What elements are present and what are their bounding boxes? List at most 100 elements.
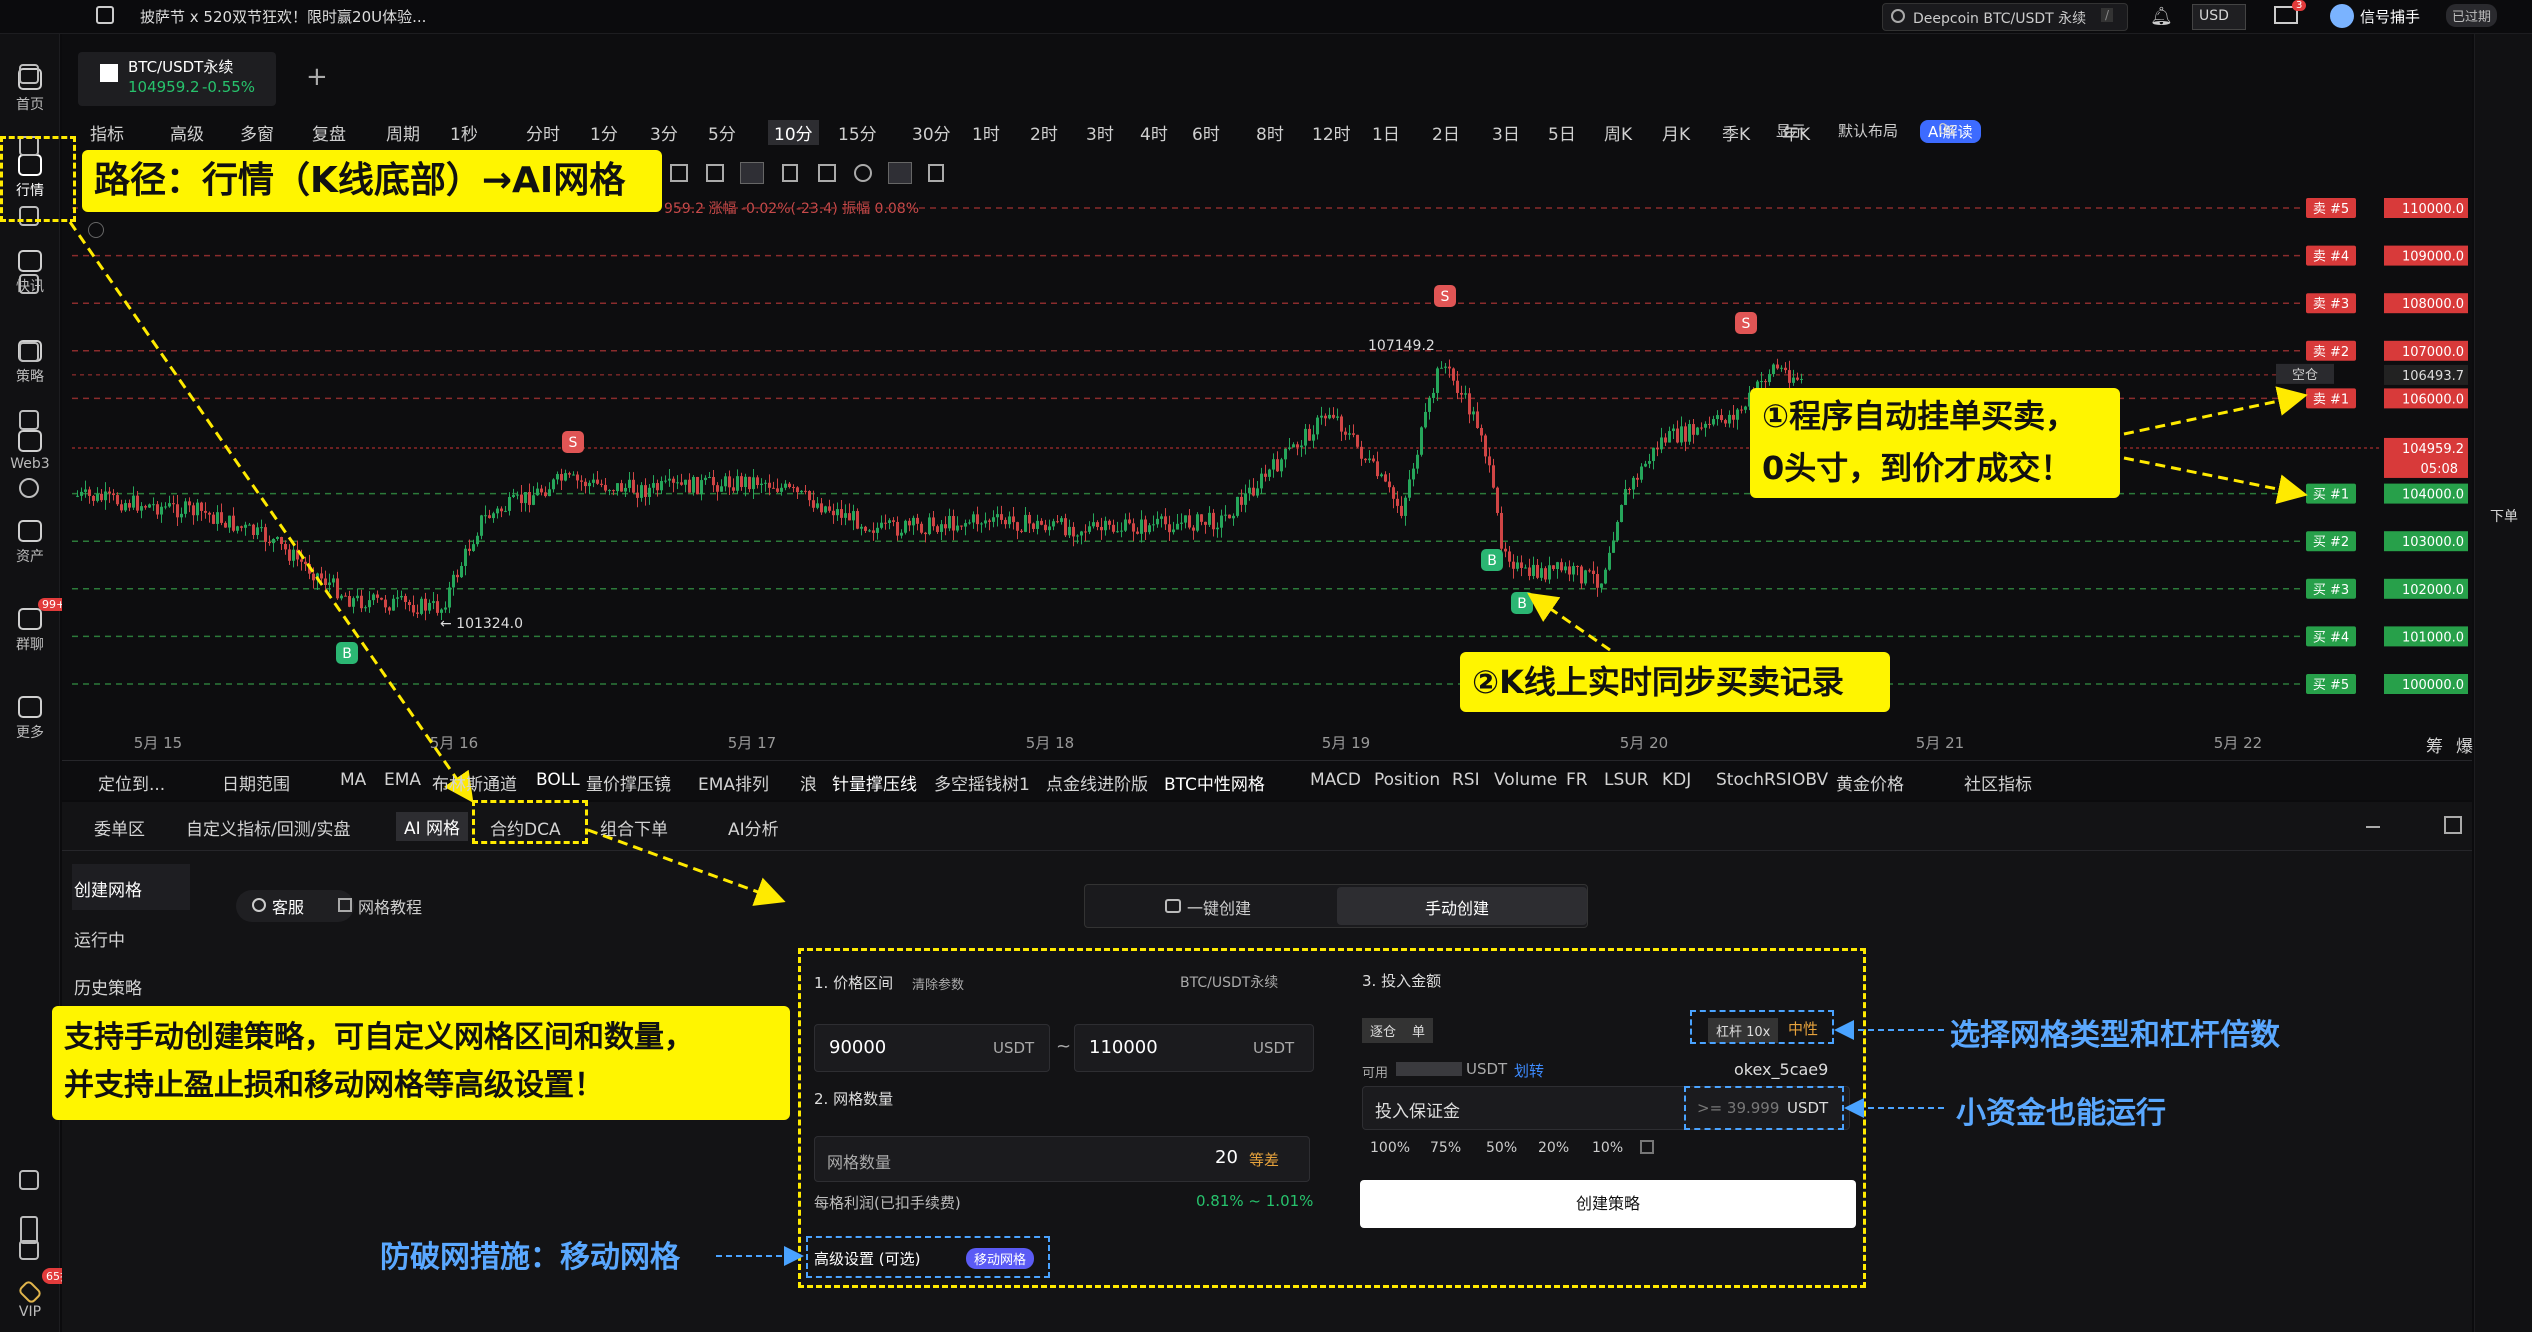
indicator-left-0[interactable]: 定位到...	[98, 770, 165, 795]
timeframe-16[interactable]: 4时	[1140, 120, 1168, 145]
service-button[interactable]: 客服	[236, 890, 354, 922]
indicator-right-0[interactable]: 筹	[2426, 732, 2443, 757]
indicator-item[interactable]: Volume	[1494, 770, 1557, 790]
indicator-item[interactable]: LSUR	[1604, 770, 1649, 790]
candle-body	[1388, 481, 1391, 488]
timeframe-15[interactable]: 3时	[1086, 120, 1114, 145]
candle-body	[1120, 530, 1123, 532]
indicator-item[interactable]: FR	[1566, 770, 1588, 790]
percent-button[interactable]: 50%	[1486, 1140, 1517, 1156]
timeframe-11[interactable]: 15分	[838, 120, 877, 145]
candle-body	[1492, 465, 1495, 488]
indicator-left-1[interactable]: 日期范围	[222, 770, 290, 795]
candle-body	[900, 532, 903, 536]
timeframe-19[interactable]: 12时	[1312, 120, 1351, 145]
tab-4[interactable]: 组合下单	[600, 815, 668, 840]
indicator-item[interactable]: 黄金价格	[1836, 770, 1904, 795]
indicator-item[interactable]: Position	[1374, 770, 1440, 790]
candle-body	[1436, 368, 1439, 393]
timeframe-7[interactable]: 1分	[590, 120, 618, 145]
menu-running[interactable]: 运行中	[74, 926, 125, 951]
candle-body	[1640, 466, 1643, 480]
indicator-item[interactable]: KDJ	[1662, 770, 1691, 790]
expand-icon[interactable]	[2444, 816, 2462, 834]
indicator-item[interactable]: OBV	[1792, 770, 1828, 790]
indicator-item[interactable]: StochRSI	[1716, 770, 1792, 790]
timeframe-17[interactable]: 6时	[1192, 120, 1220, 145]
menu-history[interactable]: 历史策略	[74, 974, 142, 999]
percent-button[interactable]: 100%	[1370, 1140, 1410, 1156]
candle-body	[1712, 419, 1715, 425]
timeframe-21[interactable]: 2日	[1432, 120, 1460, 145]
candle-body	[960, 525, 963, 527]
indicator-item[interactable]: 量价撑压镜	[586, 770, 671, 795]
timeframe-25[interactable]: 月K	[1662, 120, 1690, 145]
percent-button[interactable]: 10%	[1592, 1140, 1623, 1156]
indicator-item[interactable]: 社区指标	[1964, 770, 2032, 795]
timeframe-23[interactable]: 5日	[1548, 120, 1576, 145]
percent-button[interactable]: 75%	[1430, 1140, 1461, 1156]
tab-0[interactable]: 委单区	[94, 815, 145, 840]
timeframe-8[interactable]: 3分	[650, 120, 678, 145]
indicator-item[interactable]: EMA排列	[698, 770, 769, 795]
indicator-item[interactable]: 布林斯通道	[432, 770, 517, 795]
candle-body	[1680, 426, 1683, 443]
percent-button[interactable]: 20%	[1538, 1140, 1569, 1156]
minimize-icon[interactable]	[2366, 826, 2380, 828]
indicator-item[interactable]: EMA	[384, 770, 421, 790]
timeframe-0[interactable]: 指标	[90, 120, 124, 145]
candle-body	[924, 532, 927, 535]
timeframe-6[interactable]: 分时	[526, 120, 560, 145]
tab-1[interactable]: 自定义指标/回测/实盘	[186, 815, 350, 840]
timeframe-20[interactable]: 1日	[1372, 120, 1400, 145]
timeframe-4[interactable]: 周期	[386, 120, 420, 145]
candle-body	[1024, 514, 1027, 532]
tab-manual[interactable]: 手动创建	[1337, 887, 1587, 925]
candle-body	[1516, 562, 1519, 569]
timeframe-24[interactable]: 周K	[1604, 120, 1632, 145]
indicator-item[interactable]: BOLL	[536, 770, 580, 790]
candle-body	[1116, 531, 1119, 533]
menu-create-grid[interactable]: 创建网格	[74, 876, 142, 901]
indicator-item[interactable]: 多空摇钱树1	[934, 770, 1030, 795]
tab-5[interactable]: AI分析	[728, 815, 779, 840]
tab-2[interactable]: AI 网格	[396, 812, 469, 841]
timeframe-3[interactable]: 复盘	[312, 120, 346, 145]
candle-body	[848, 513, 851, 521]
candle-body	[1508, 551, 1511, 562]
timeframe-10[interactable]: 10分	[768, 120, 819, 145]
timeframe-13[interactable]: 1时	[972, 120, 1000, 145]
timeframe-27[interactable]: 年K	[1782, 120, 1810, 145]
indicator-item[interactable]: MA	[340, 770, 366, 790]
indicator-item[interactable]: RSI	[1452, 770, 1480, 790]
tab-3[interactable]: 合约DCA	[490, 815, 561, 840]
indicator-right-1[interactable]: 爆	[2456, 732, 2473, 757]
candle-body	[1112, 524, 1115, 532]
timeframe-5[interactable]: 1秒	[450, 120, 478, 145]
candle-body	[540, 488, 543, 493]
candle-body	[1012, 516, 1015, 523]
candle-body	[1000, 514, 1003, 520]
indicator-item[interactable]: MACD	[1310, 770, 1361, 790]
timeframe-9[interactable]: 5分	[708, 120, 736, 145]
timeframe-14[interactable]: 2时	[1030, 120, 1058, 145]
timeframe-26[interactable]: 季K	[1722, 120, 1750, 145]
notes-icon[interactable]	[19, 1170, 39, 1190]
feedback-icon[interactable]	[19, 1240, 39, 1260]
indicator-item[interactable]: 浪	[800, 770, 817, 795]
timeframe-2[interactable]: 多窗	[240, 120, 274, 145]
timeframe-18[interactable]: 8时	[1256, 120, 1284, 145]
timeframe-1[interactable]: 高级	[170, 120, 204, 145]
indicator-item[interactable]: BTC中性网格	[1164, 770, 1265, 795]
tab-one-click[interactable]: 一键创建	[1085, 885, 1335, 927]
timeframe-22[interactable]: 3日	[1492, 120, 1520, 145]
candle-body	[512, 495, 515, 498]
sell-tag-label: 卖 #5	[2313, 202, 2349, 217]
candle-body	[736, 476, 739, 491]
indicator-item[interactable]: 点金线进阶版	[1046, 770, 1148, 795]
indicator-item[interactable]: 针量撑压线	[832, 770, 917, 795]
nav-vip[interactable]: VIP	[0, 1279, 60, 1320]
candle-body	[524, 492, 527, 504]
candle-body	[1040, 520, 1043, 525]
timeframe-12[interactable]: 30分	[912, 120, 951, 145]
